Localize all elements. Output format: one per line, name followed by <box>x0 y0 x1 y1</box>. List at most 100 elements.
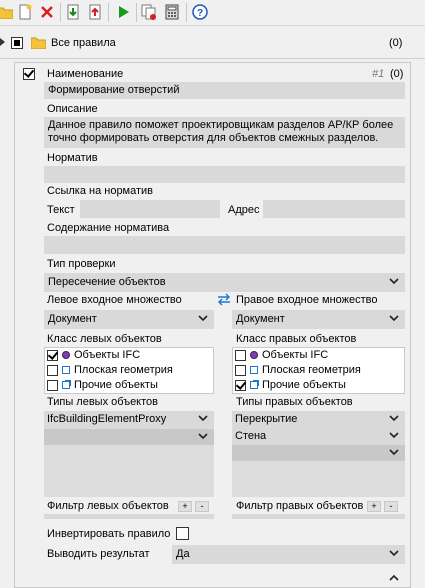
right-classes-list: Объекты IFC Плоская геометрия Прочие объ… <box>232 347 405 394</box>
other-objects-icon <box>62 381 70 389</box>
right-filter-label: Фильтр правых объектов <box>236 500 364 512</box>
output-label: Выводить результат <box>47 548 150 560</box>
swap-icon[interactable] <box>217 292 231 306</box>
rule-index: #1 <box>372 68 385 80</box>
collapse-icon[interactable] <box>0 38 5 46</box>
check-type-label: Тип проверки <box>47 258 116 270</box>
right-class-label: Плоская геометрия <box>262 364 361 376</box>
right-set-label: Правое входное множество <box>236 294 378 306</box>
chevron-down-icon <box>389 415 399 422</box>
new-file-icon[interactable] <box>16 3 34 21</box>
all-rules-checkbox[interactable] <box>11 37 23 49</box>
right-filter-field[interactable] <box>232 514 405 519</box>
norm-content-label: Содержание норматива <box>47 222 170 234</box>
name-field[interactable]: Формирование отверстий <box>44 82 405 99</box>
right-class-label: Прочие объекты <box>262 379 346 391</box>
address-label: Адрес <box>228 204 260 216</box>
left-type-row[interactable] <box>44 429 214 445</box>
check-type-value: Пересечение объектов <box>48 276 166 288</box>
right-type-row[interactable]: Стена <box>232 428 405 444</box>
move-up-icon[interactable] <box>86 3 104 21</box>
output-value: Да <box>176 548 190 560</box>
left-class-other-checkbox[interactable] <box>47 380 58 391</box>
tree-label: Все правила <box>51 37 116 49</box>
rule-panel: Наименование #1 (0) Формирование отверст… <box>14 62 411 588</box>
left-types-label: Типы левых объектов <box>47 396 158 408</box>
right-class-other-checkbox[interactable] <box>235 380 246 391</box>
norm-field[interactable] <box>44 166 405 183</box>
run-icon[interactable] <box>114 3 132 21</box>
left-set-label: Левое входное множество <box>47 294 182 306</box>
right-classes-label: Класс правых объектов <box>236 333 357 345</box>
right-class-ifc-checkbox[interactable] <box>235 350 246 361</box>
right-type-row[interactable]: Перекрытие <box>232 411 405 427</box>
invert-label: Инвертировать правило <box>47 528 171 540</box>
norm-link-label: Ссылка на норматив <box>47 185 154 197</box>
right-filter-remove-button[interactable]: - <box>384 501 398 512</box>
ifc-icon <box>62 351 70 359</box>
left-class-label: Плоская геометрия <box>74 364 173 376</box>
delete-icon[interactable] <box>38 3 56 21</box>
left-set-value: Документ <box>48 313 97 325</box>
tree-count: (0) <box>389 37 403 49</box>
open-folder-icon[interactable] <box>0 3 14 21</box>
description-line-1: Данное правило поможет проектировщикам р… <box>48 119 394 131</box>
norm-label: Норматив <box>47 152 98 164</box>
left-filter-add-button[interactable]: + <box>178 501 192 512</box>
right-types-label: Типы правых объектов <box>236 396 353 408</box>
left-types-grid: IfcBuildingElementProxy <box>44 411 214 497</box>
rules-tree-root[interactable]: Все правила (0) <box>0 26 425 59</box>
ifc-icon <box>250 351 258 359</box>
check-type-select[interactable]: Пересечение объектов <box>44 273 405 292</box>
chevron-down-icon <box>389 315 399 322</box>
chevron-down-icon <box>389 278 399 285</box>
description-line-2: точно формировать отверстия для объектов… <box>48 132 379 144</box>
copy-icon[interactable] <box>140 3 158 21</box>
left-class-flat-checkbox[interactable] <box>47 365 58 376</box>
other-objects-icon <box>250 381 258 389</box>
flat-geometry-icon <box>62 366 70 374</box>
left-class-label: Прочие объекты <box>74 379 158 391</box>
invert-checkbox[interactable] <box>176 527 189 540</box>
left-filter-remove-button[interactable]: - <box>195 501 209 512</box>
folder-icon <box>30 37 47 50</box>
right-type-value: Перекрытие <box>235 413 298 425</box>
help-icon[interactable]: ? <box>191 3 209 21</box>
right-filter-add-button[interactable]: + <box>367 501 381 512</box>
chevron-down-icon <box>198 415 208 422</box>
chevron-down-icon <box>389 449 399 456</box>
right-types-grid: Перекрытие Стена <box>232 411 405 497</box>
right-type-value: Стена <box>235 430 267 442</box>
address-field[interactable] <box>263 200 405 218</box>
left-class-label: Объекты IFC <box>74 349 141 361</box>
description-field[interactable]: Данное правило поможет проектировщикам р… <box>44 117 405 148</box>
chevron-down-icon <box>198 433 208 440</box>
name-label: Наименование <box>47 68 124 80</box>
right-set-value: Документ <box>236 313 285 325</box>
left-classes-list: Объекты IFC Плоская геометрия Прочие объ… <box>44 347 214 394</box>
left-filter-field[interactable] <box>44 514 214 519</box>
output-select[interactable]: Да <box>172 545 405 564</box>
left-type-value: IfcBuildingElementProxy <box>47 413 167 425</box>
collapse-up-icon[interactable] <box>387 573 401 583</box>
chevron-down-icon <box>389 432 399 439</box>
rule-enabled-checkbox[interactable] <box>23 68 35 80</box>
calculator-icon[interactable] <box>163 3 181 21</box>
text-field[interactable] <box>80 200 220 218</box>
move-down-icon[interactable] <box>64 3 82 21</box>
chevron-down-icon <box>389 550 399 557</box>
description-label: Описание <box>47 103 98 115</box>
left-classes-label: Класс левых объектов <box>47 333 162 345</box>
svg-text:?: ? <box>197 8 203 19</box>
rule-count: (0) <box>390 68 404 80</box>
right-class-label: Объекты IFC <box>262 349 329 361</box>
right-class-flat-checkbox[interactable] <box>235 365 246 376</box>
norm-content-field[interactable] <box>44 236 405 254</box>
right-type-row[interactable] <box>232 445 405 461</box>
right-set-select[interactable]: Документ <box>232 310 405 329</box>
left-set-select[interactable]: Документ <box>44 310 214 329</box>
left-filter-label: Фильтр левых объектов <box>47 500 169 512</box>
chevron-down-icon <box>198 315 208 322</box>
left-class-ifc-checkbox[interactable] <box>47 350 58 361</box>
left-type-row[interactable]: IfcBuildingElementProxy <box>44 411 214 428</box>
